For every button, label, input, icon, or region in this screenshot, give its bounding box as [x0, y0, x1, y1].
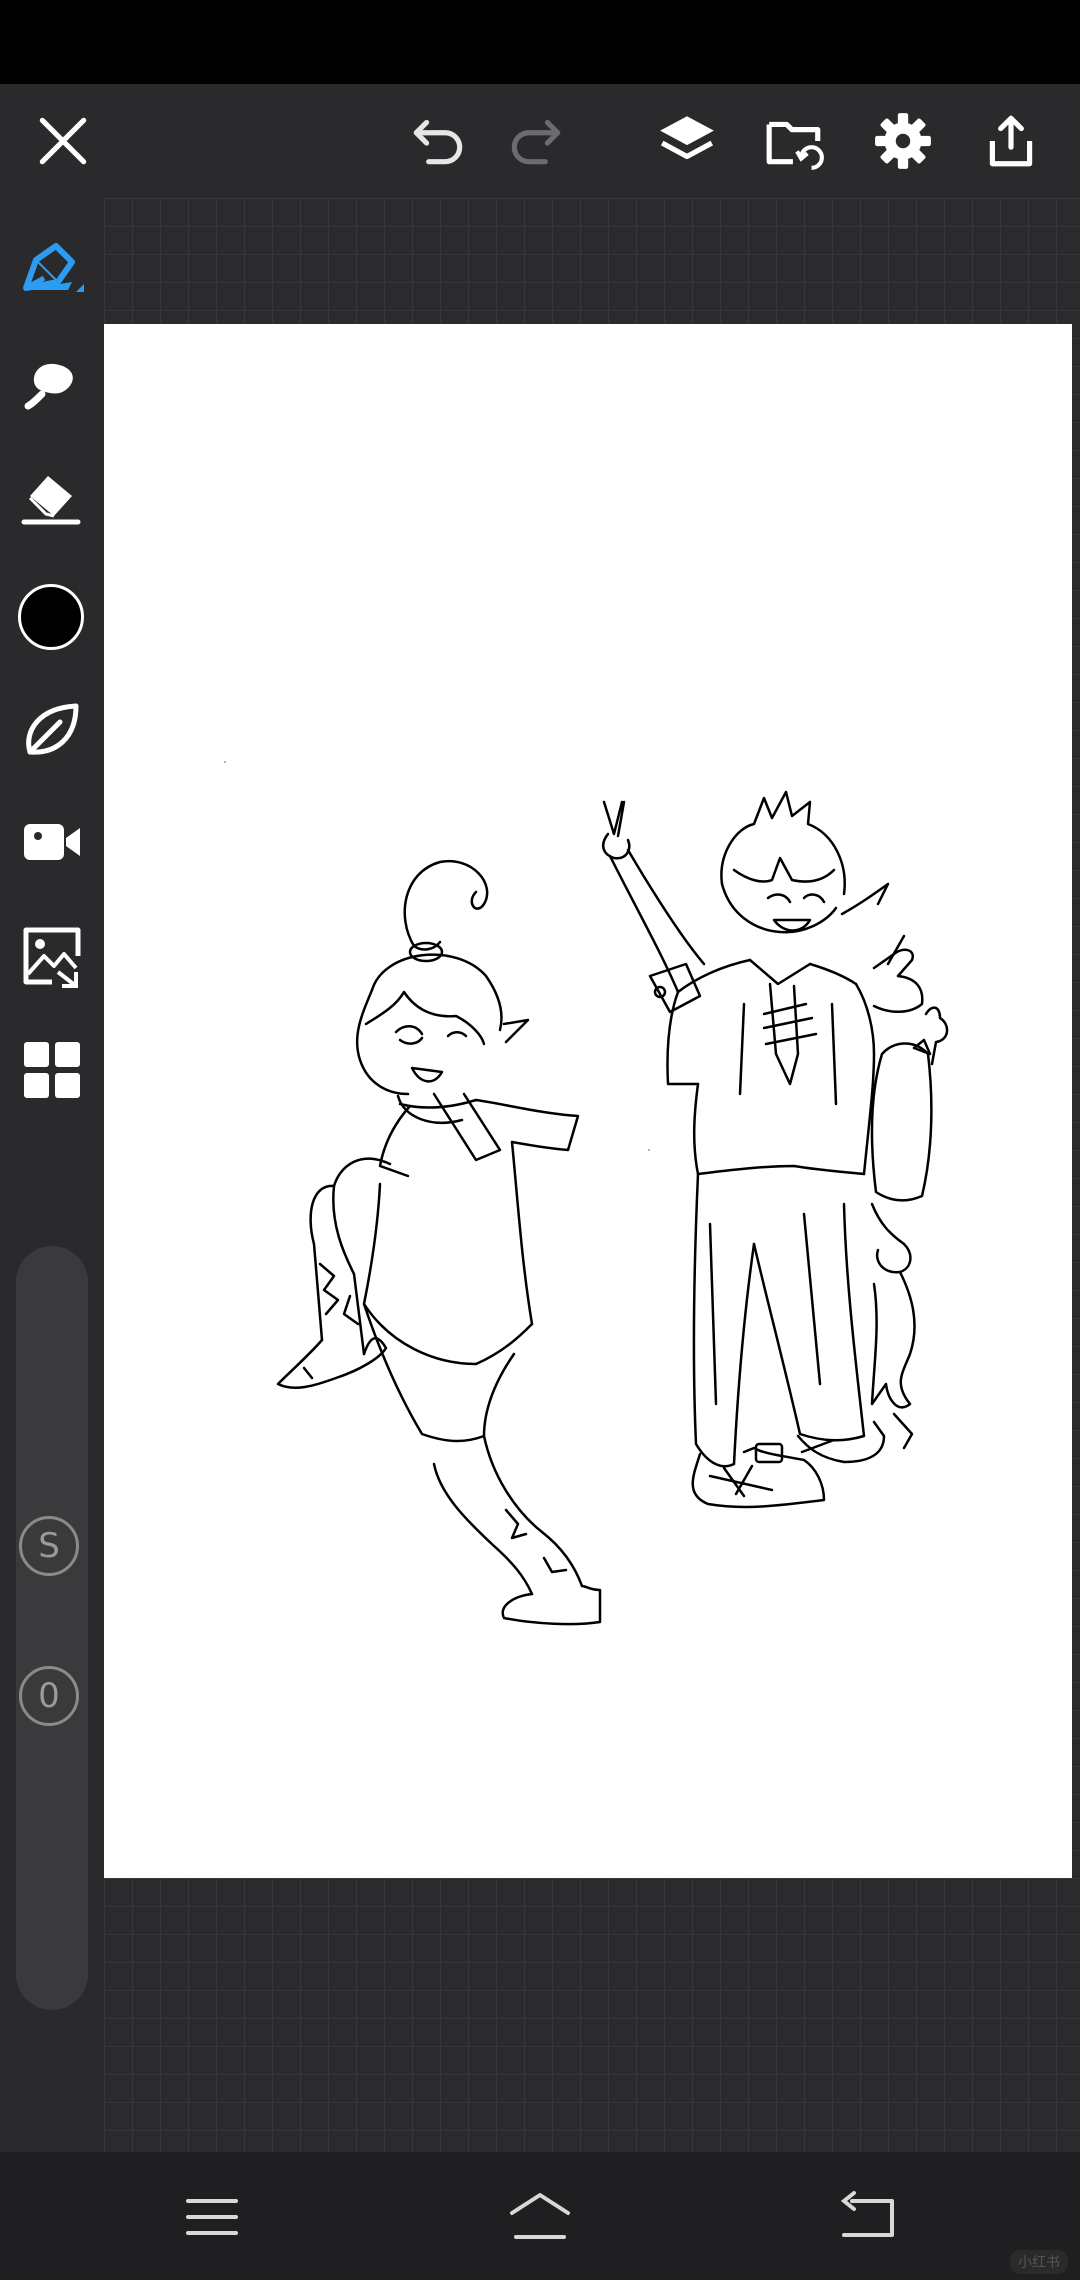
- layers-button[interactable]: [650, 104, 724, 178]
- layers-icon: [660, 116, 714, 160]
- pen-tool-button[interactable]: [14, 234, 90, 310]
- eraser-icon: [21, 476, 81, 525]
- brush-size-slider[interactable]: [16, 1246, 88, 2010]
- tool-sidebar: S 0: [0, 198, 104, 2152]
- close-button[interactable]: [26, 104, 100, 178]
- status-bar: [0, 0, 1080, 84]
- home-button[interactable]: [500, 2182, 580, 2252]
- stabilizer-tool-button[interactable]: [14, 692, 90, 768]
- image-icon: [23, 927, 81, 988]
- eraser-tool-button[interactable]: [14, 462, 90, 538]
- size-badge[interactable]: S: [19, 1516, 79, 1576]
- watermark: 小红书: [1010, 2250, 1068, 2274]
- opacity-badge-label: 0: [38, 1676, 60, 1716]
- share-icon: [989, 115, 1033, 167]
- drawing-canvas[interactable]: [104, 324, 1072, 1878]
- close-icon: [39, 117, 87, 165]
- top-toolbar: [0, 84, 1080, 198]
- smudge-tool-button[interactable]: [14, 348, 90, 424]
- image-import-button[interactable]: [14, 918, 90, 994]
- undo-button[interactable]: [402, 104, 476, 178]
- folder-import-icon: [766, 121, 824, 170]
- grid-menu-button[interactable]: [14, 1032, 90, 1108]
- menu-icon: [186, 2199, 238, 2235]
- color-swatch[interactable]: [18, 584, 84, 650]
- recent-apps-button[interactable]: [172, 2182, 252, 2252]
- share-button[interactable]: [974, 104, 1048, 178]
- grid-icon: [24, 1042, 80, 1098]
- record-tool-button[interactable]: [14, 804, 90, 880]
- smudge-icon: [24, 363, 73, 410]
- gear-icon: [875, 113, 931, 169]
- home-icon: [510, 2193, 570, 2239]
- back-icon: [840, 2191, 894, 2237]
- size-badge-label: S: [38, 1526, 60, 1566]
- opacity-badge[interactable]: 0: [19, 1666, 79, 1726]
- video-icon: [24, 824, 80, 860]
- system-nav-bar: [0, 2152, 1080, 2280]
- redo-button[interactable]: [498, 104, 572, 178]
- leaf-icon: [26, 703, 79, 755]
- settings-button[interactable]: [866, 104, 940, 178]
- pen-icon: [23, 243, 84, 292]
- line-art-drawing: [224, 761, 949, 1626]
- undo-icon: [413, 119, 463, 165]
- import-button[interactable]: [758, 104, 832, 178]
- redo-icon: [511, 119, 561, 165]
- back-button[interactable]: [828, 2182, 908, 2252]
